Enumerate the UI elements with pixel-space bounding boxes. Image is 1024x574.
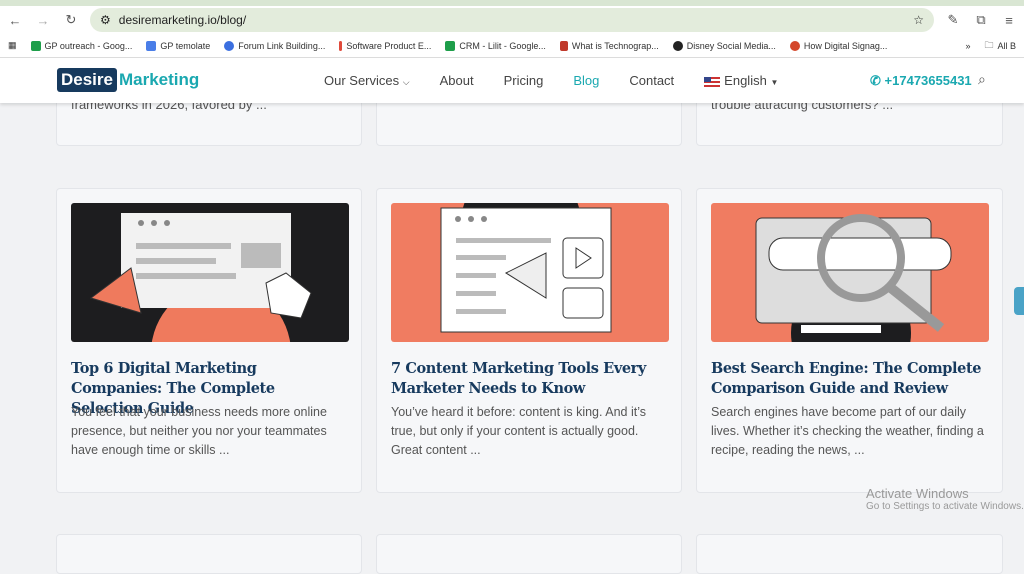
main-nav: Our Services ⌵ About Pricing Blog Contac… bbox=[324, 73, 778, 88]
post-thumbnail[interactable] bbox=[391, 203, 669, 342]
back-icon[interactable]: ← bbox=[6, 13, 24, 28]
bookmark[interactable]: Software Product E... bbox=[339, 40, 432, 51]
bookmark[interactable]: CRM - Lilit - Google... bbox=[445, 40, 546, 51]
post-thumbnail[interactable] bbox=[711, 203, 989, 342]
more-bookmarks-icon[interactable]: » bbox=[965, 41, 970, 51]
site-header: Desire Marketing Our Services ⌵ About Pri… bbox=[0, 58, 1024, 103]
address-bar[interactable]: ⚙ desiremarketing.io/blog/ ☆ bbox=[90, 8, 934, 32]
post-card-partial[interactable] bbox=[696, 534, 1003, 574]
nav-about[interactable]: About bbox=[440, 73, 474, 88]
bookmarks-bar: ▦ GP outreach - Goog... GP temolate Foru… bbox=[0, 34, 1024, 58]
post-title[interactable]: 7 Content Marketing Tools Every Marketer… bbox=[391, 359, 671, 399]
bookmark-label: Forum Link Building... bbox=[238, 40, 326, 51]
bookmark-label: GP temolate bbox=[160, 40, 211, 51]
bookmark[interactable]: How Digital Signag... bbox=[789, 40, 888, 51]
nav-pricing[interactable]: Pricing bbox=[504, 73, 544, 88]
bookmark[interactable]: What is Technograp... bbox=[559, 40, 659, 51]
apps-grid-icon[interactable]: ▦ bbox=[8, 40, 17, 51]
watermark-subtitle: Go to Settings to activate Windows. bbox=[866, 501, 1024, 512]
bookmark[interactable]: GP temolate bbox=[146, 40, 211, 51]
nav-label: Our Services bbox=[324, 73, 400, 88]
post-card-partial[interactable] bbox=[376, 534, 682, 574]
post-card-partial[interactable] bbox=[56, 534, 362, 574]
caret-down-icon: ▼ bbox=[770, 78, 779, 87]
logo[interactable]: Desire Marketing bbox=[57, 68, 199, 92]
bookmark-label: CRM - Lilit - Google... bbox=[459, 40, 546, 51]
bookmark[interactable]: Forum Link Building... bbox=[224, 40, 326, 51]
search-icon[interactable]: ⌕ bbox=[978, 71, 986, 88]
bookmark-label: Software Product E... bbox=[346, 40, 432, 51]
us-flag-icon bbox=[704, 76, 721, 87]
post-title[interactable]: Best Search Engine: The Complete Compari… bbox=[711, 359, 991, 399]
extensions-puzzle-icon[interactable]: ⧉ bbox=[972, 12, 990, 28]
watermark-title: Activate Windows bbox=[866, 486, 969, 501]
chevron-down-icon: ⌵ bbox=[402, 77, 410, 87]
phone-icon: ✆ bbox=[870, 73, 881, 88]
extension-icon[interactable]: ✎ bbox=[944, 12, 962, 28]
browser-toolbar: ← → ↻ ⚙ desiremarketing.io/blog/ ☆ ✎ ⧉ ≡ bbox=[0, 6, 1024, 34]
all-bookmarks[interactable]: 🗀 All B bbox=[984, 38, 1016, 54]
reading-list-icon[interactable]: ≡ bbox=[1000, 13, 1018, 28]
post-excerpt: Search engines have become part of our d… bbox=[711, 405, 984, 457]
bookmark-label: What is Technograp... bbox=[571, 40, 659, 51]
post-card[interactable]: Best Search Engine: The Complete Compari… bbox=[696, 188, 1003, 493]
post-card[interactable]: 7 Content Marketing Tools Every Marketer… bbox=[376, 188, 682, 493]
language-label: English bbox=[724, 73, 767, 88]
post-thumbnail[interactable] bbox=[71, 203, 349, 342]
bookmark[interactable]: GP outreach - Goog... bbox=[30, 40, 133, 51]
nav-contact[interactable]: Contact bbox=[629, 73, 674, 88]
logo-desire: Desire bbox=[57, 68, 117, 92]
bookmark-label: Disney Social Media... bbox=[686, 40, 776, 51]
nav-our-services[interactable]: Our Services ⌵ bbox=[324, 73, 410, 88]
reload-icon[interactable]: ↻ bbox=[62, 12, 80, 28]
forward-icon[interactable]: → bbox=[34, 13, 52, 28]
all-bookmarks-label: All B bbox=[997, 40, 1016, 51]
post-excerpt: You feel that your business needs more o… bbox=[71, 405, 327, 457]
bookmark-label: GP outreach - Goog... bbox=[44, 40, 133, 51]
bookmark[interactable]: Disney Social Media... bbox=[672, 40, 776, 51]
site-info-icon[interactable]: ⚙ bbox=[100, 13, 111, 27]
nav-blog[interactable]: Blog bbox=[573, 73, 599, 88]
bookmark-star-icon[interactable]: ☆ bbox=[913, 13, 924, 27]
post-excerpt: You’ve heard it before: content is king.… bbox=[391, 405, 647, 457]
post-card[interactable]: Top 6 Digital Marketing Companies: The C… bbox=[56, 188, 362, 493]
activate-windows-watermark: Activate Windows Go to Settings to activa… bbox=[866, 486, 1024, 512]
phone-number: +17473655431 bbox=[884, 73, 972, 88]
side-widget-tab[interactable] bbox=[1014, 287, 1024, 315]
language-selector[interactable]: English ▼ bbox=[704, 73, 778, 88]
phone-link[interactable]: ✆ +17473655431 bbox=[870, 73, 972, 89]
logo-marketing: Marketing bbox=[118, 70, 200, 89]
bookmark-label: How Digital Signag... bbox=[803, 40, 888, 51]
url-text: desiremarketing.io/blog/ bbox=[118, 13, 247, 27]
